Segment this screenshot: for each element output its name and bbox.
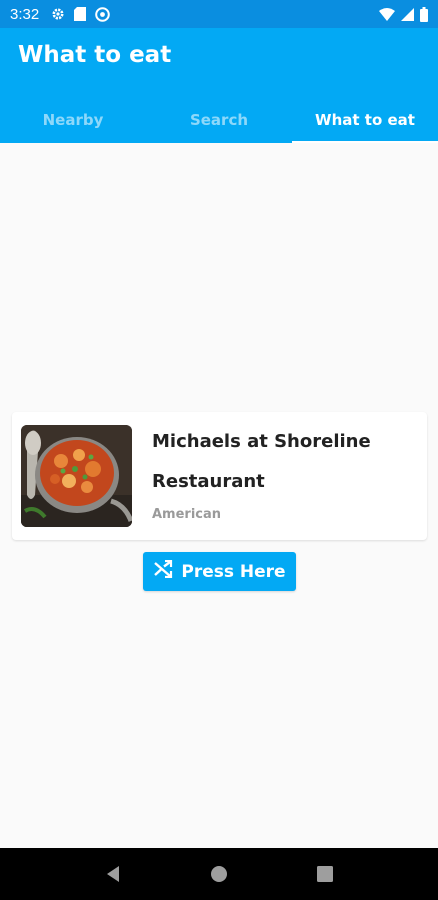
tab-nearby[interactable]: Nearby bbox=[0, 96, 146, 143]
gear-icon bbox=[51, 7, 65, 21]
status-bar: 3:32 bbox=[0, 0, 438, 28]
battery-icon bbox=[420, 6, 428, 22]
restaurant-image bbox=[21, 425, 132, 527]
back-icon[interactable] bbox=[93, 854, 133, 894]
sd-card-icon bbox=[74, 7, 87, 21]
wifi-icon bbox=[379, 7, 395, 21]
tab-search[interactable]: Search bbox=[146, 96, 292, 143]
status-time: 3:32 bbox=[10, 5, 40, 23]
app-notification-icon bbox=[95, 6, 111, 22]
shuffle-icon bbox=[153, 559, 173, 583]
home-icon[interactable] bbox=[199, 854, 239, 894]
restaurant-name: Michaels at Shoreline Restaurant bbox=[152, 431, 371, 492]
restaurant-card[interactable]: Michaels at Shoreline Restaurant America… bbox=[12, 412, 427, 540]
recents-icon[interactable] bbox=[305, 854, 345, 894]
page-title: What to eat bbox=[18, 42, 172, 68]
system-nav-bar bbox=[0, 848, 438, 900]
tab-what-to-eat[interactable]: What to eat bbox=[292, 96, 438, 143]
restaurant-cuisine: American bbox=[152, 507, 222, 522]
press-here-button[interactable]: Press Here bbox=[143, 552, 296, 591]
tab-bar: Nearby Search What to eat bbox=[0, 96, 438, 143]
press-here-label: Press Here bbox=[181, 561, 286, 582]
signal-icon bbox=[401, 7, 414, 21]
app-bar: What to eat Nearby Search What to eat bbox=[0, 28, 438, 143]
